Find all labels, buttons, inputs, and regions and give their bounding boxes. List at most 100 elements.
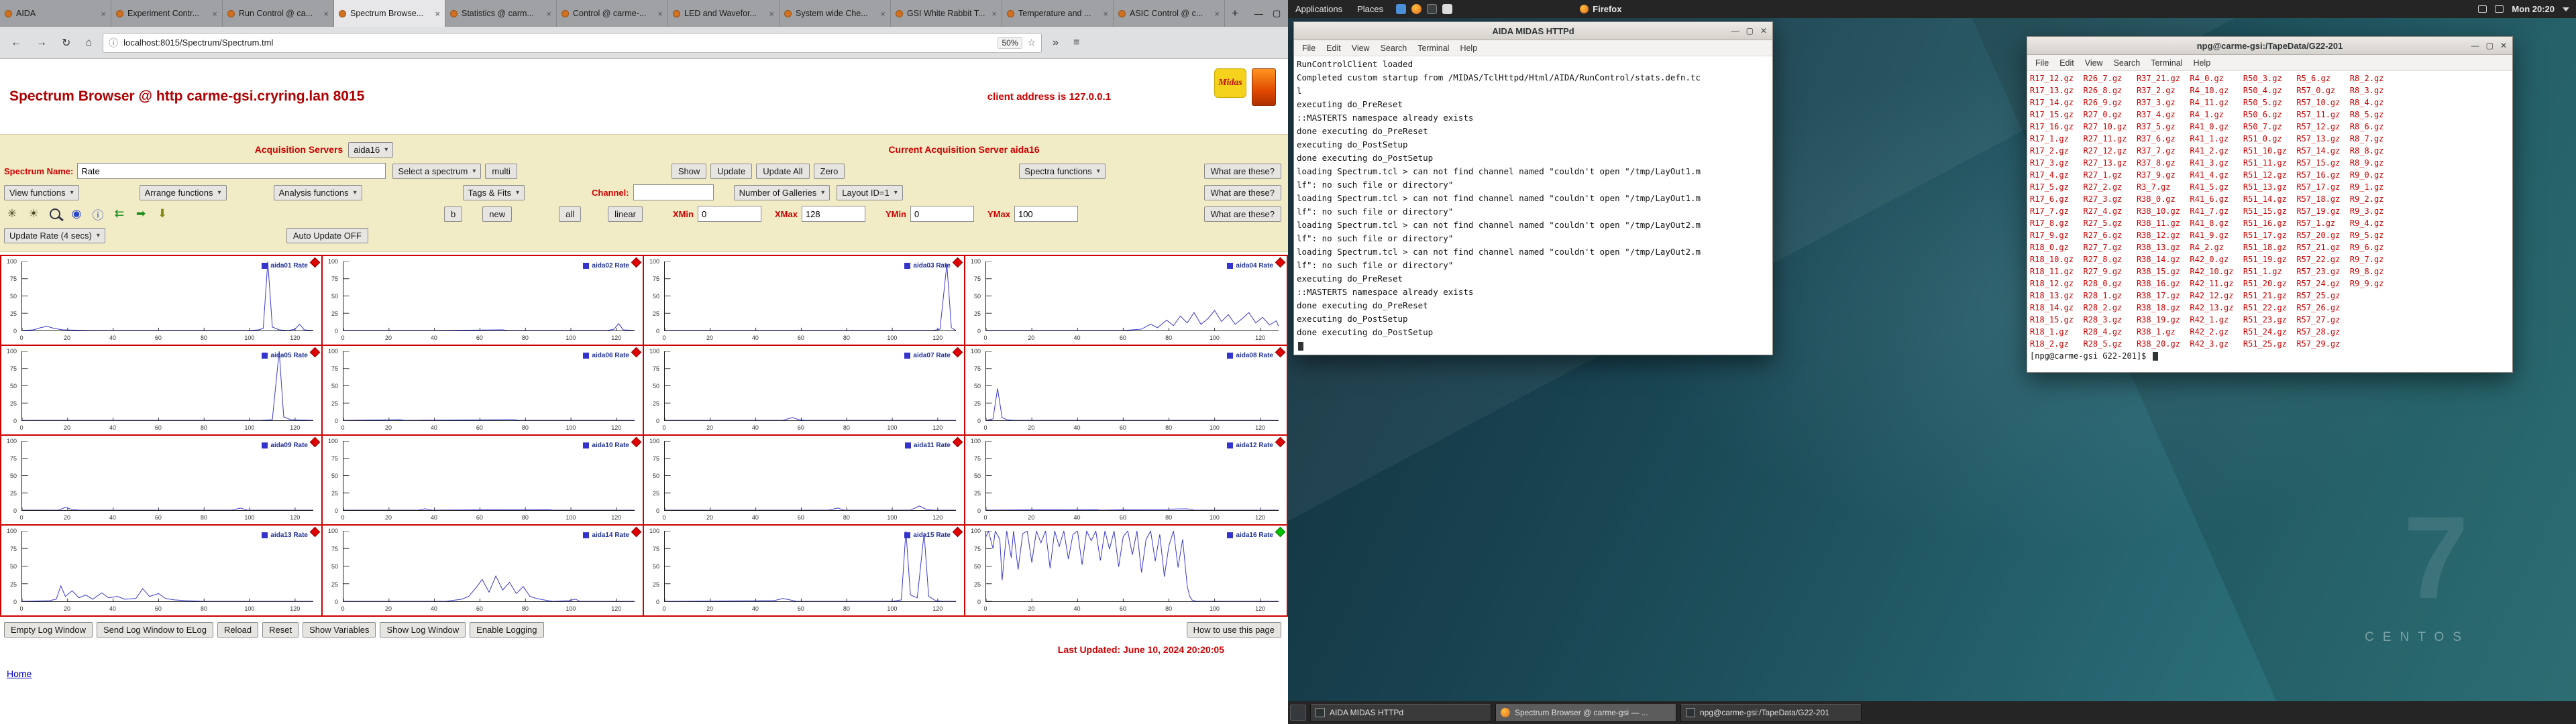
- url-bar[interactable]: ⓘ localhost:8015/Spectrum/Spectrum.tml 5…: [103, 32, 1042, 53]
- forward-button[interactable]: →: [32, 36, 51, 50]
- applications-menu[interactable]: Applications: [1288, 4, 1350, 14]
- enable-logging-button[interactable]: Enable Logging: [470, 622, 544, 638]
- window-titlebar[interactable]: AIDA MIDAS HTTPd — ▢ ✕: [1294, 22, 1772, 40]
- places-menu[interactable]: Places: [1350, 4, 1391, 14]
- tab-system-wide-che[interactable]: System wide Che... ×: [780, 0, 891, 27]
- menu-view[interactable]: View: [1346, 44, 1375, 53]
- send-log-window-to-elog-button[interactable]: Send Log Window to ELog: [97, 622, 213, 638]
- spectra-functions-dropdown[interactable]: Spectra functions: [1019, 163, 1106, 179]
- spectrum-cell-aida02-rate[interactable]: 0 25 50 75 100 0 20 40 60 80 100 120 aida02 Rate: [323, 256, 644, 346]
- what-are-these-button[interactable]: What are these?: [1203, 184, 1281, 200]
- taskbar-item-npg-carme-gsi-tapedata-g22-201[interactable]: npg@carme-gsi:/TapeData/G22-201: [1680, 703, 1862, 722]
- new-button[interactable]: new: [482, 206, 513, 222]
- tab-close-icon[interactable]: ×: [880, 9, 885, 19]
- tab-control-carme[interactable]: Control @ carme-... ×: [557, 0, 668, 27]
- tab-close-icon[interactable]: ×: [1103, 9, 1108, 19]
- terminal-output[interactable]: R17_12.gz R26_7.gz R37_21.gz R4_0.gz R50…: [2027, 71, 2512, 372]
- tab-asic-control-c[interactable]: ASIC Control @ c... ×: [1114, 0, 1225, 27]
- green-right-arrow-icon[interactable]: ➡: [133, 206, 149, 222]
- spectrum-cell-aida12-rate[interactable]: 0 25 50 75 100 0 20 40 60 80 100 120 aida12 Rate: [965, 436, 1287, 526]
- auto-update-button[interactable]: Auto Update OFF: [286, 227, 368, 243]
- firefox-launcher-icon[interactable]: [1411, 4, 1422, 14]
- xmax-input[interactable]: 128: [801, 206, 865, 222]
- sun-icon[interactable]: ☀: [25, 206, 42, 222]
- menu-file[interactable]: File: [2030, 58, 2054, 68]
- sunburst-icon[interactable]: ✳: [4, 206, 20, 222]
- spectrum-cell-aida04-rate[interactable]: 0 25 50 75 100 0 20 40 60 80 100 120 aida04 Rate: [965, 256, 1287, 346]
- ymin-input[interactable]: 0: [910, 206, 974, 222]
- tab-close-icon[interactable]: ×: [769, 9, 774, 19]
- focused-app-indicator[interactable]: Firefox: [1580, 4, 1621, 14]
- spectrum-cell-aida06-rate[interactable]: 0 25 50 75 100 0 20 40 60 80 100 120 aida06 Rate: [323, 346, 644, 436]
- b-button[interactable]: b: [444, 206, 463, 222]
- network-icon[interactable]: [2478, 5, 2487, 13]
- editor-launcher-icon[interactable]: [1442, 4, 1453, 14]
- tab-spectrum-browse[interactable]: Spectrum Browse... ×: [334, 0, 445, 27]
- spectrum-cell-aida08-rate[interactable]: 0 25 50 75 100 0 20 40 60 80 100 120 aida08 Rate: [965, 346, 1287, 436]
- window-minimize-button[interactable]: —: [2471, 41, 2479, 50]
- tab-statistics-carm[interactable]: Statistics @ carm... ×: [445, 0, 557, 27]
- window-maximize-button[interactable]: ▢: [1273, 8, 1281, 19]
- reload-button[interactable]: Reload: [217, 622, 259, 638]
- spectrum-cell-aida13-rate[interactable]: 0 25 50 75 100 0 20 40 60 80 100 120 aida13 Rate: [1, 526, 323, 615]
- update-button[interactable]: Update: [710, 163, 753, 179]
- zero-button[interactable]: Zero: [813, 163, 845, 179]
- show-button[interactable]: Show: [671, 163, 707, 179]
- download-arrow-icon[interactable]: ⬇: [154, 206, 170, 222]
- acquisition-server-dropdown[interactable]: aida16: [348, 141, 394, 158]
- tab-aida[interactable]: AIDA ×: [0, 0, 111, 27]
- window-minimize-button[interactable]: —: [1254, 9, 1263, 19]
- zoom-level-button[interactable]: 50%: [998, 36, 1022, 49]
- number-of-galleries-dropdown[interactable]: Number of Galleries: [733, 184, 830, 200]
- tab-close-icon[interactable]: ×: [546, 9, 551, 19]
- tab-temperature-and[interactable]: Temperature and ... ×: [1002, 0, 1114, 27]
- tags-fits-dropdown[interactable]: Tags & Fits: [462, 184, 525, 200]
- tab-close-icon[interactable]: ×: [101, 9, 106, 19]
- user-menu-caret-icon[interactable]: [2563, 7, 2569, 11]
- back-button[interactable]: ←: [7, 36, 25, 50]
- select-a-spectrum-dropdown[interactable]: Select a spectrum: [392, 163, 482, 179]
- channel-input[interactable]: [633, 184, 714, 200]
- spectrum-cell-aida07-rate[interactable]: 0 25 50 75 100 0 20 40 60 80 100 120 aida07 Rate: [644, 346, 965, 436]
- menu-edit[interactable]: Edit: [2054, 58, 2080, 68]
- window-maximize-button[interactable]: ▢: [2486, 41, 2493, 50]
- spectrum-cell-aida10-rate[interactable]: 0 25 50 75 100 0 20 40 60 80 100 120 aida10 Rate: [323, 436, 644, 526]
- update-all-button[interactable]: Update All: [756, 163, 810, 179]
- files-launcher-icon[interactable]: [1396, 4, 1407, 14]
- help-blue-icon[interactable]: ⓘ: [90, 206, 106, 222]
- tab-run-control-ca[interactable]: Run Control @ ca... ×: [223, 0, 334, 27]
- linear-button[interactable]: linear: [608, 206, 643, 222]
- tab-close-icon[interactable]: ×: [323, 9, 329, 19]
- ymax-input[interactable]: 100: [1014, 206, 1078, 222]
- site-info-icon[interactable]: ⓘ: [109, 36, 118, 50]
- new-tab-button[interactable]: +: [1225, 7, 1245, 20]
- tab-close-icon[interactable]: ×: [212, 9, 217, 19]
- volume-icon[interactable]: [2495, 5, 2504, 13]
- magnifier-icon[interactable]: [50, 208, 60, 219]
- spectrum-cell-aida09-rate[interactable]: 0 25 50 75 100 0 20 40 60 80 100 120 aida09 Rate: [1, 436, 323, 526]
- update-rate-dropdown[interactable]: Update Rate (4 secs): [4, 227, 105, 243]
- spectrum-cell-aida01-rate[interactable]: 0 25 50 75 100 0 20 40 60 80 100 120 aida01 Rate: [1, 256, 323, 346]
- taskbar-item-spectrum-browser-carme-gsi[interactable]: Spectrum Browser @ carme-gsi — ...: [1495, 703, 1676, 722]
- hamburger-menu-icon[interactable]: ≡: [1069, 36, 1083, 50]
- reset-button[interactable]: Reset: [262, 622, 299, 638]
- terminal-launcher-icon[interactable]: [1427, 4, 1438, 14]
- tab-close-icon[interactable]: ×: [435, 9, 440, 19]
- what-are-these-button[interactable]: What are these?: [1203, 206, 1281, 222]
- menu-help[interactable]: Help: [2188, 58, 2216, 68]
- menu-file[interactable]: File: [1297, 44, 1321, 53]
- how-to-use-button[interactable]: How to use this page: [1186, 622, 1281, 638]
- view-functions-dropdown[interactable]: View functions: [4, 184, 79, 200]
- menu-help[interactable]: Help: [1454, 44, 1483, 53]
- spectrum-cell-aida15-rate[interactable]: 0 25 50 75 100 0 20 40 60 80 100 120 aida15 Rate: [644, 526, 965, 615]
- taskbar-item-aida-midas-httpd[interactable]: AIDA MIDAS HTTPd: [1310, 703, 1491, 722]
- empty-log-window-button[interactable]: Empty Log Window: [4, 622, 93, 638]
- window-close-button[interactable]: ✕: [2500, 41, 2507, 50]
- menu-terminal[interactable]: Terminal: [2145, 58, 2188, 68]
- info-blue-icon[interactable]: ◉: [68, 206, 85, 222]
- menu-edit[interactable]: Edit: [1321, 44, 1346, 53]
- menu-search[interactable]: Search: [1375, 44, 1413, 53]
- menu-view[interactable]: View: [2080, 58, 2108, 68]
- overflow-menu-icon[interactable]: »: [1049, 36, 1063, 50]
- show-desktop-icon[interactable]: [1290, 705, 1306, 721]
